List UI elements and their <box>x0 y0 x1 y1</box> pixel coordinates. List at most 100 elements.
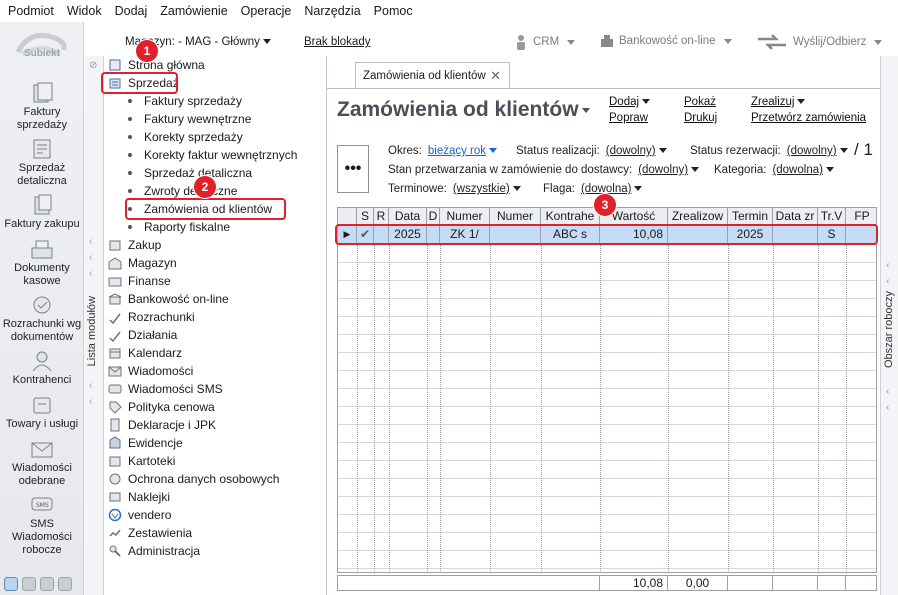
menu-pomoc[interactable]: Pomoc <box>374 4 413 18</box>
tree-wiadomosci-sms[interactable]: Wiadomości SMS <box>108 380 223 398</box>
tree-sprzedaz-detaliczna[interactable]: Sprzedaż detaliczna <box>128 164 252 182</box>
page-title[interactable]: Zamówienia od klientów <box>337 98 590 122</box>
menu-operacje[interactable]: Operacje <box>241 4 292 18</box>
tree-raporty-fiskalne[interactable]: Raporty fiskalne <box>128 218 230 236</box>
tree-finanse[interactable]: Finanse <box>108 272 171 290</box>
col-s[interactable]: S <box>357 208 374 224</box>
tab-zamowienia[interactable]: Zamówienia od klientów ✕ <box>355 62 510 88</box>
bank-button[interactable]: Bankowość on-line <box>600 34 732 48</box>
lock-status-link[interactable]: Brak blokady <box>304 36 370 48</box>
col-data[interactable]: Data <box>389 208 427 224</box>
chevron-left-icon: ‹ <box>886 276 890 287</box>
send-receive-button[interactable]: Wyślij/Odbierz <box>756 34 883 50</box>
tree-kartoteki[interactable]: Kartoteki <box>108 452 175 470</box>
drukuj-link[interactable]: Drukuj <box>684 112 717 124</box>
col-numer[interactable]: Numer <box>440 208 490 224</box>
rail-sprzedaz-detaliczna[interactable]: Sprzedaż detaliczna <box>0 138 84 188</box>
view-switch-3[interactable] <box>40 577 54 591</box>
view-switch-4[interactable] <box>58 577 72 591</box>
tree-ochrona-danych[interactable]: Ochrona danych osobowych <box>108 470 279 488</box>
przetworz-link[interactable]: Przetwórz zamówienia <box>751 112 866 124</box>
col-numer-2[interactable]: Numer <box>490 208 541 224</box>
step-badge-3: 3 <box>594 194 616 216</box>
chevron-down-icon <box>723 38 732 44</box>
pin-icon[interactable]: ⊘ <box>89 60 97 71</box>
tree-zakup[interactable]: Zakup <box>108 236 161 254</box>
more-options-button[interactable]: ••• <box>337 145 369 193</box>
tree-korekty-sprzedazy[interactable]: Korekty sprzedaży <box>128 128 243 146</box>
tree-deklaracje[interactable]: Deklaracje i JPK <box>108 416 216 434</box>
tree-rozrachunki[interactable]: Rozrachunki <box>108 308 195 326</box>
report-icon <box>109 529 121 537</box>
tree-korekty-faktur-wewn[interactable]: Korekty faktur wewnętrznych <box>128 146 297 164</box>
label-icon <box>109 492 121 502</box>
settlements-icon <box>109 313 121 324</box>
tree-dzialania[interactable]: Działania <box>108 326 177 344</box>
page-indicator: / 1 <box>854 140 873 159</box>
filter-flaga[interactable]: Flaga: (dowolna) <box>543 183 643 195</box>
chevron-left-icon: ‹ <box>89 252 93 263</box>
calendar-icon <box>109 348 121 359</box>
popraw-link[interactable]: Popraw <box>609 112 648 124</box>
rail-kontrahenci[interactable]: Kontrahenci <box>0 350 84 387</box>
rail-faktury-zakupu[interactable]: Faktury zakupu <box>0 194 84 231</box>
tree-administracja[interactable]: Administracja <box>108 542 200 560</box>
tree-zestawienia[interactable]: Zestawienia <box>108 524 192 542</box>
rail-sms[interactable]: SMS SMS Wiadomości robocze <box>0 494 84 557</box>
col-selector[interactable] <box>338 208 357 224</box>
rail-rozrachunki[interactable]: Rozrachunki wg dokumentów <box>0 294 84 344</box>
svg-text:SMS: SMS <box>36 502 49 509</box>
col-r[interactable]: R <box>374 208 389 224</box>
filter-kategoria[interactable]: Kategoria: (dowolna) <box>714 164 834 176</box>
pokaz-link[interactable]: Pokaż <box>684 96 716 108</box>
module-list-strip[interactable]: ⊘ ‹ ‹ ‹ Lista modułów ‹ ‹ <box>84 56 104 595</box>
col-kontrahent[interactable]: Kontrahe <box>541 208 600 224</box>
chevron-down-icon <box>825 167 834 173</box>
menu-narzedzia[interactable]: Narzędzia <box>304 4 360 18</box>
col-trv[interactable]: Tr.V <box>818 208 846 224</box>
tree-faktury-wewnetrzne[interactable]: Faktury wewnętrzne <box>128 110 251 128</box>
filter-terminowe[interactable]: Terminowe: (wszystkie) <box>388 183 521 195</box>
menu-dodaj[interactable]: Dodaj <box>115 4 148 18</box>
filter-okres[interactable]: Okres: bieżący rok <box>388 145 498 157</box>
tree-kalendarz[interactable]: Kalendarz <box>108 344 182 362</box>
view-switch-1[interactable] <box>4 577 18 591</box>
filter-status-rezerwacji[interactable]: Status rezerwacji: (dowolny) <box>690 145 848 157</box>
menu-podmiot[interactable]: Podmiot <box>8 4 54 18</box>
tree-naklejki[interactable]: Naklejki <box>108 488 170 506</box>
close-icon[interactable]: ✕ <box>490 68 501 84</box>
tree-vendero[interactable]: vendero <box>108 506 171 524</box>
total-wartosc: 10,08 <box>600 576 668 590</box>
actions-icon <box>109 331 121 342</box>
module-rail: Subiekt Faktury sprzedaży Sprzedaż detal… <box>0 22 84 595</box>
workspace-strip[interactable]: ‹ ‹ Obszar roboczy ‹ ‹ <box>880 56 898 595</box>
rail-dokumenty-kasowe[interactable]: Dokumenty kasowe <box>0 238 84 288</box>
menu-zamowienie[interactable]: Zamówienie <box>160 4 227 18</box>
rail-wiadomosci-odebrane[interactable]: Wiadomości odebrane <box>0 438 84 488</box>
purchase-invoice-icon <box>34 194 52 215</box>
chevron-left-icon: ‹ <box>89 236 93 247</box>
col-fp[interactable]: FP <box>846 208 876 224</box>
tree-polityka-cenowa[interactable]: Polityka cenowa <box>108 398 215 416</box>
tree-bankowosc[interactable]: Bankowość on-line <box>108 290 229 308</box>
view-switch-2[interactable] <box>22 577 36 591</box>
dodaj-link[interactable]: Dodaj <box>609 96 651 108</box>
step-badge-1: 1 <box>136 40 158 62</box>
tree-faktury-sprzedazy[interactable]: Faktury sprzedaży <box>128 92 242 110</box>
rail-towary[interactable]: Towary i usługi <box>0 394 84 431</box>
col-zrealizowano[interactable]: Zrealizow <box>668 208 728 224</box>
zrealizuj-link[interactable]: Zrealizuj <box>751 96 806 108</box>
tree-ewidencje[interactable]: Ewidencje <box>108 434 183 452</box>
rail-faktury-sprzedazy[interactable]: Faktury sprzedaży <box>0 82 84 132</box>
menu-widok[interactable]: Widok <box>67 4 102 18</box>
filter-status-realizacji[interactable]: Status realizacji: (dowolny) <box>516 145 667 157</box>
tree-wiadomosci[interactable]: Wiadomości <box>108 362 193 380</box>
send-receive-icon <box>758 34 786 50</box>
filter-stan-przetwarzania[interactable]: Stan przetwarzania w zamówienie do dosta… <box>388 164 700 176</box>
col-d[interactable]: D <box>427 208 440 224</box>
col-data-zr[interactable]: Data zr <box>773 208 818 224</box>
col-termin[interactable]: Termin <box>728 208 773 224</box>
chevron-down-icon <box>874 39 883 45</box>
crm-button[interactable]: CRM <box>514 34 576 50</box>
tree-magazyn[interactable]: Magazyn <box>108 254 177 272</box>
